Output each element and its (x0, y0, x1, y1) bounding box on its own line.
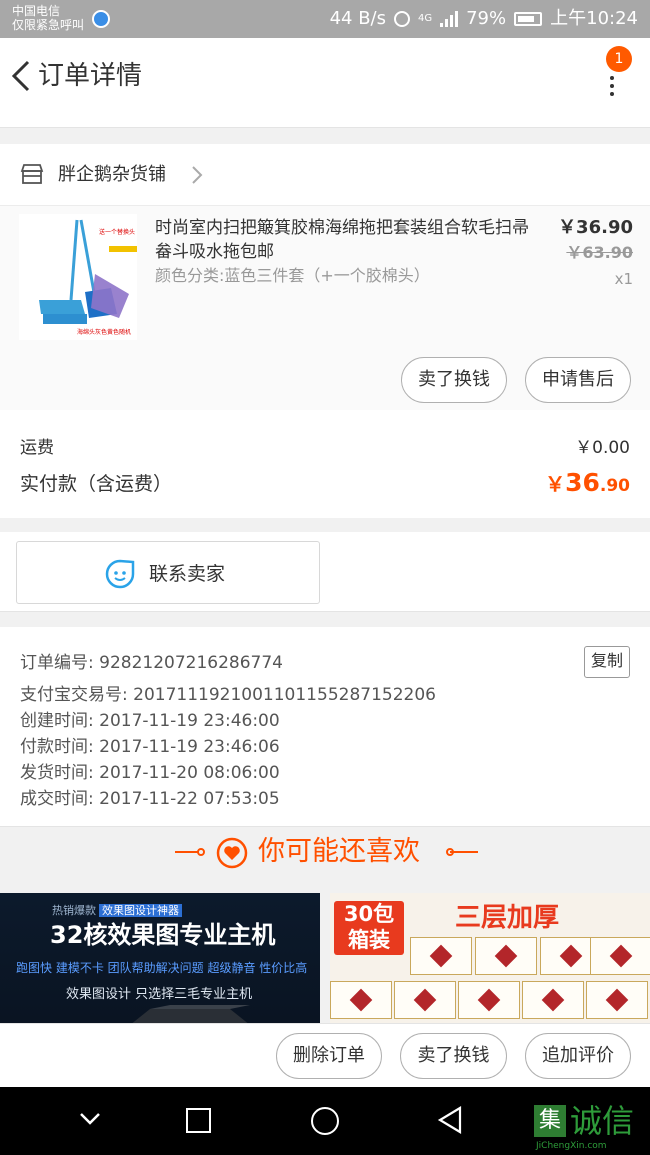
carrier-status: 仅限紧急呼叫 (12, 18, 85, 32)
shipping-value: ￥0.00 (575, 438, 630, 458)
chevron-right-icon (192, 166, 203, 184)
signal-icon (440, 11, 459, 27)
chat-face-icon (105, 559, 135, 589)
watermark-logo: 集 诚信 JiChengXin.com (532, 1101, 650, 1153)
product-price: ￥36.90 (558, 217, 633, 238)
product-quantity: x1 (614, 270, 633, 288)
order-info: 订单编号: 92821207216286774 复制 支付宝交易号: 20171… (0, 627, 650, 827)
contact-seller-button[interactable]: 联系卖家 (16, 541, 320, 604)
system-nav-bar: 集 诚信 JiChengXin.com (0, 1087, 650, 1155)
paid-integer: 36 (565, 468, 600, 497)
paid-label: 实付款（含运费） (20, 473, 173, 495)
clock: 上午10:24 (550, 8, 638, 29)
store-icon (20, 164, 44, 184)
chevron-down-icon[interactable] (76, 1105, 104, 1133)
ad-subtitle: 跑图快 建模不卡 团队帮助解决问题 超级静音 性价比高 (16, 961, 308, 975)
ad-tag-text: 热销爆款 (52, 904, 96, 917)
paid-time: 付款时间: 2017-11-19 23:46:06 (20, 737, 280, 757)
paid-amount: ￥36.90 (545, 468, 630, 497)
back-triangle-icon[interactable] (436, 1105, 464, 1135)
computer-case-image (132, 1005, 250, 1023)
paid-decimal: .90 (599, 476, 630, 496)
completed-time: 成交时间: 2017-11-22 07:53:05 (20, 789, 280, 809)
contact-seller-label: 联系卖家 (149, 563, 226, 585)
watermark-logo-mark: 集 (534, 1105, 566, 1137)
tissue-pack (394, 981, 456, 1019)
watermark-text: 诚信 (570, 1102, 635, 1140)
recent-apps-icon[interactable] (186, 1108, 211, 1133)
home-icon[interactable] (311, 1107, 339, 1135)
tissue-pack (586, 981, 648, 1019)
back-arrow-icon[interactable] (8, 58, 38, 94)
tissue-pack (458, 981, 520, 1019)
tissue-pack (522, 981, 584, 1019)
ad-count-tag: 30包 箱装 (334, 901, 404, 955)
ad-title: 32核效果图专业主机 (50, 921, 276, 949)
shipping-label: 运费 (20, 438, 54, 458)
product-sku: 颜色分类:蓝色三件套（+一个胶棉头） (155, 266, 430, 285)
delete-order-button[interactable]: 删除订单 (276, 1033, 382, 1079)
page-title: 订单详情 (38, 61, 143, 91)
order-totals: 运费 ￥0.00 实付款（含运费） ￥36.90 (0, 410, 650, 518)
product-image[interactable]: 送一个替换头 海绵头灰色黄色随机 (19, 214, 137, 340)
carrier-name: 中国电信 (12, 4, 61, 18)
battery-icon (514, 12, 543, 26)
product-title: 时尚室内扫把簸箕胶棉海绵拖把套装组合软毛扫帚畚斗吸水拖包邮 (155, 218, 529, 262)
created-time: 创建时间: 2017-11-19 23:46:00 (20, 711, 280, 731)
copy-button[interactable]: 复制 (584, 646, 630, 678)
product-item[interactable]: 送一个替换头 海绵头灰色黄色随机 时尚室内扫把簸箕胶棉海绵拖把套装组合软毛扫帚畚… (0, 206, 650, 410)
net-speed: 44 B/s (329, 8, 386, 29)
sell-button[interactable]: 卖了换钱 (400, 1033, 507, 1079)
contact-section: 联系卖家 (0, 532, 650, 612)
shop-row[interactable]: 胖企鹅杂货铺 (0, 144, 650, 206)
shop-name: 胖企鹅杂货铺 (58, 164, 166, 185)
recommend-header: 你可能还喜欢 (0, 827, 650, 891)
order-number: 订单编号: 92821207216286774 (20, 653, 284, 673)
tissue-pack (590, 937, 650, 975)
recommend-card-computer[interactable]: 热销爆款 效果图设计神器 32核效果图专业主机 跑图快 建模不卡 团队帮助解决问题… (0, 893, 320, 1023)
status-indicators: 44 B/s 4G 79% 上午10:24 (330, 8, 638, 30)
watermark-url: JiChengXin.com (536, 1141, 607, 1151)
ad-tag-highlight: 效果图设计神器 (99, 904, 182, 917)
sell-item-button[interactable]: 卖了换钱 (401, 357, 507, 403)
add-review-button[interactable]: 追加评价 (525, 1033, 631, 1079)
nav-bar: 订单详情 1 (0, 38, 650, 114)
paid-currency: ￥ (545, 472, 566, 496)
status-bar: 中国电信 仅限紧急呼叫 44 B/s 4G 79% 上午10:24 (0, 0, 650, 38)
app-notification-icon (92, 10, 110, 28)
ad-title: 三层加厚 (455, 903, 560, 933)
more-icon (610, 76, 614, 100)
carrier-info: 中国电信 仅限紧急呼叫 (12, 4, 84, 32)
tissue-pack (330, 981, 392, 1019)
divider-line-right (450, 851, 478, 853)
shipped-time: 发货时间: 2017-11-20 08:06:00 (20, 763, 280, 783)
divider-dot-left (197, 848, 205, 856)
after-sale-button[interactable]: 申请售后 (525, 357, 631, 403)
more-menu-button[interactable]: 1 (596, 46, 632, 108)
notification-badge: 1 (606, 46, 632, 72)
network-type: 4G (417, 13, 433, 24)
ad-tag: 热销爆款 效果图设计神器 (52, 902, 182, 918)
divider-strip (0, 114, 650, 128)
alipay-number: 支付宝交易号: 2017111921001101155287152206 (20, 685, 436, 705)
image-caption-top: 送一个替换头 (99, 228, 135, 236)
recommend-title: 你可能还喜欢 (258, 836, 420, 867)
recommend-card-tissue[interactable]: 30包 箱装 三层加厚 (330, 893, 650, 1023)
tissue-pack (475, 937, 537, 975)
image-caption-bottom: 海绵头灰色黄色随机 (77, 328, 131, 336)
tissue-pack (410, 937, 472, 975)
product-original-price: ￥63.90 (566, 243, 633, 262)
alarm-icon (393, 11, 410, 27)
order-action-bar: 删除订单 卖了换钱 追加评价 (0, 1023, 650, 1087)
heart-icon (216, 837, 248, 869)
ad-footer: 效果图设计 只选择三毛专业主机 (66, 987, 253, 1002)
battery-percent: 79% (466, 8, 507, 29)
